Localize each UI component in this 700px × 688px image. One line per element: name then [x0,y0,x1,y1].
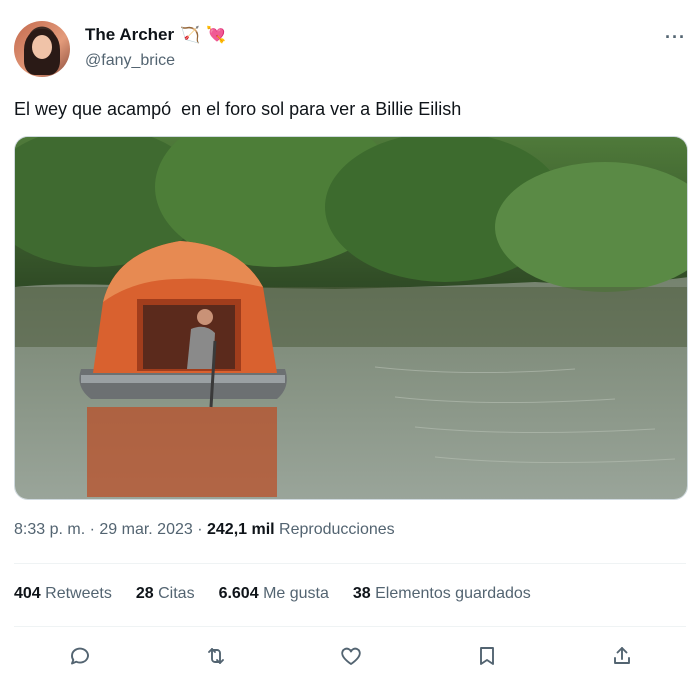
retweets-stat[interactable]: 404 Retweets [14,585,112,603]
like-icon[interactable] [335,640,367,672]
share-icon[interactable] [606,640,638,672]
bookmarks-stat[interactable]: 38 Elementos guardados [353,585,531,603]
bow-and-arrow-emoji: 🏹 [180,25,201,44]
author-name-row: The Archer 🏹 💘 [85,25,226,45]
retweet-icon[interactable] [200,640,232,672]
display-name[interactable]: The Archer [85,25,174,45]
views-count: 242,1 mil [207,521,275,538]
divider [14,563,686,564]
likes-label: Me gusta [263,585,329,602]
views-label: Reproducciones [274,521,395,538]
meta-separator: · [85,521,100,538]
quotes-label: Citas [158,585,195,602]
heart-with-arrow-emoji: 💘 [206,25,226,44]
bookmarks-count: 38 [352,585,371,602]
retweets-count: 404 [14,585,41,602]
tweet-time[interactable]: 8:33 p. m. [14,521,85,538]
bookmarks-label: Elementos guardados [375,585,531,602]
tweet-media-video[interactable] [14,136,688,500]
avatar[interactable] [14,21,70,77]
quotes-count: 28 [135,585,154,602]
user-handle[interactable]: @fany_brice [85,52,175,70]
divider [14,626,686,627]
video-frame-image [15,137,687,499]
more-horizontal-icon[interactable]: ··· [665,27,686,48]
bookmark-icon[interactable] [471,640,503,672]
meta-separator: · [192,521,207,538]
tweet-header: The Archer 🏹 💘 @fany_brice ··· [14,21,686,79]
likes-stat[interactable]: 6.604 Me gusta [219,585,329,603]
quotes-stat[interactable]: 28 Citas [136,585,195,603]
tweet-text: El wey que acampó en el foro sol para ve… [14,99,462,119]
action-bar [14,640,686,672]
tweet-date[interactable]: 29 mar. 2023 [99,521,192,538]
retweets-label: Retweets [45,585,112,602]
likes-count: 6.604 [218,585,259,602]
reply-icon[interactable] [64,640,96,672]
tweet-stats: 404 Retweets 28 Citas 6.604 Me gusta 38 … [14,585,531,603]
tweet-meta: 8:33 p. m. · 29 mar. 2023 · 242,1 mil Re… [14,521,395,539]
